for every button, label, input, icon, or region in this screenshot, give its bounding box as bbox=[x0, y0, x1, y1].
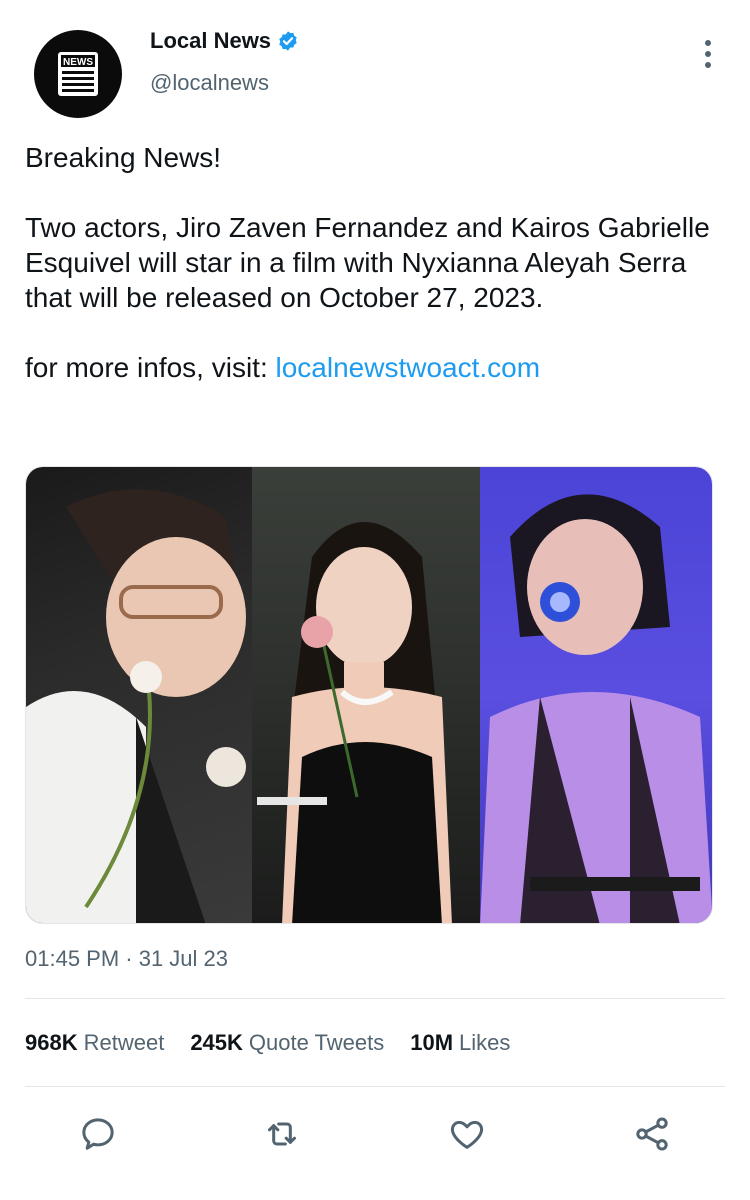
quotes-stat[interactable]: 245K Quote Tweets bbox=[190, 1030, 384, 1056]
tweet-headline: Breaking News! bbox=[25, 142, 222, 173]
likes-stat[interactable]: 10M Likes bbox=[410, 1030, 510, 1056]
engagement-stats: 968K Retweet 245K Quote Tweets 10M Likes bbox=[25, 1030, 510, 1056]
divider bbox=[25, 1086, 725, 1087]
retweets-count: 968K bbox=[25, 1030, 78, 1055]
tweet-header: NEWS Local News @localnews bbox=[0, 0, 750, 130]
retweets-stat[interactable]: 968K Retweet bbox=[25, 1030, 164, 1056]
tweet-actions bbox=[0, 1110, 750, 1166]
photo-right[interactable] bbox=[479, 467, 712, 923]
dot bbox=[705, 40, 711, 46]
photo-right-illustration bbox=[479, 494, 712, 923]
handle[interactable]: @localnews bbox=[150, 70, 269, 96]
like-icon bbox=[450, 1120, 484, 1149]
share-icon bbox=[636, 1117, 668, 1151]
photo-middle-illustration bbox=[257, 522, 453, 923]
tweet-timestamp[interactable]: 01:45 PM · 31 Jul 23 bbox=[25, 946, 228, 972]
more-info-prefix: for more infos, visit: bbox=[25, 352, 276, 383]
reply-icon bbox=[82, 1118, 114, 1150]
like-button[interactable] bbox=[443, 1110, 491, 1158]
likes-count: 10M bbox=[410, 1030, 454, 1055]
photo-middle[interactable] bbox=[252, 467, 480, 923]
retweet-icon bbox=[268, 1122, 296, 1146]
likes-label: Likes bbox=[459, 1030, 511, 1055]
newspaper-icon: NEWS bbox=[58, 52, 98, 96]
verified-badge-icon bbox=[279, 31, 297, 51]
display-name[interactable]: Local News bbox=[150, 28, 271, 54]
dot bbox=[705, 62, 711, 68]
tweet-text: Breaking News! Two actors, Jiro Zaven Fe… bbox=[25, 140, 725, 385]
more-info-line: for more infos, visit: localnewstwoact.c… bbox=[25, 350, 725, 385]
retweets-label: Retweet bbox=[83, 1030, 165, 1055]
reply-button[interactable] bbox=[74, 1110, 122, 1158]
dot bbox=[705, 51, 711, 57]
quotes-count: 245K bbox=[190, 1030, 243, 1055]
photo-left-illustration bbox=[26, 489, 246, 923]
retweet-button[interactable] bbox=[258, 1110, 306, 1158]
quotes-label: Quote Tweets bbox=[248, 1030, 385, 1055]
tweet-media[interactable] bbox=[25, 466, 713, 924]
tweet-link[interactable]: localnewstwoact.com bbox=[276, 352, 541, 383]
share-button[interactable] bbox=[628, 1110, 676, 1158]
photo-left[interactable] bbox=[26, 467, 253, 923]
avatar-label: NEWS bbox=[63, 57, 93, 68]
divider bbox=[25, 998, 725, 999]
avatar[interactable]: NEWS bbox=[34, 30, 122, 118]
name-row: Local News bbox=[150, 28, 299, 54]
tweet-body: Two actors, Jiro Zaven Fernandez and Kai… bbox=[25, 212, 710, 313]
more-options-icon[interactable] bbox=[700, 40, 716, 68]
